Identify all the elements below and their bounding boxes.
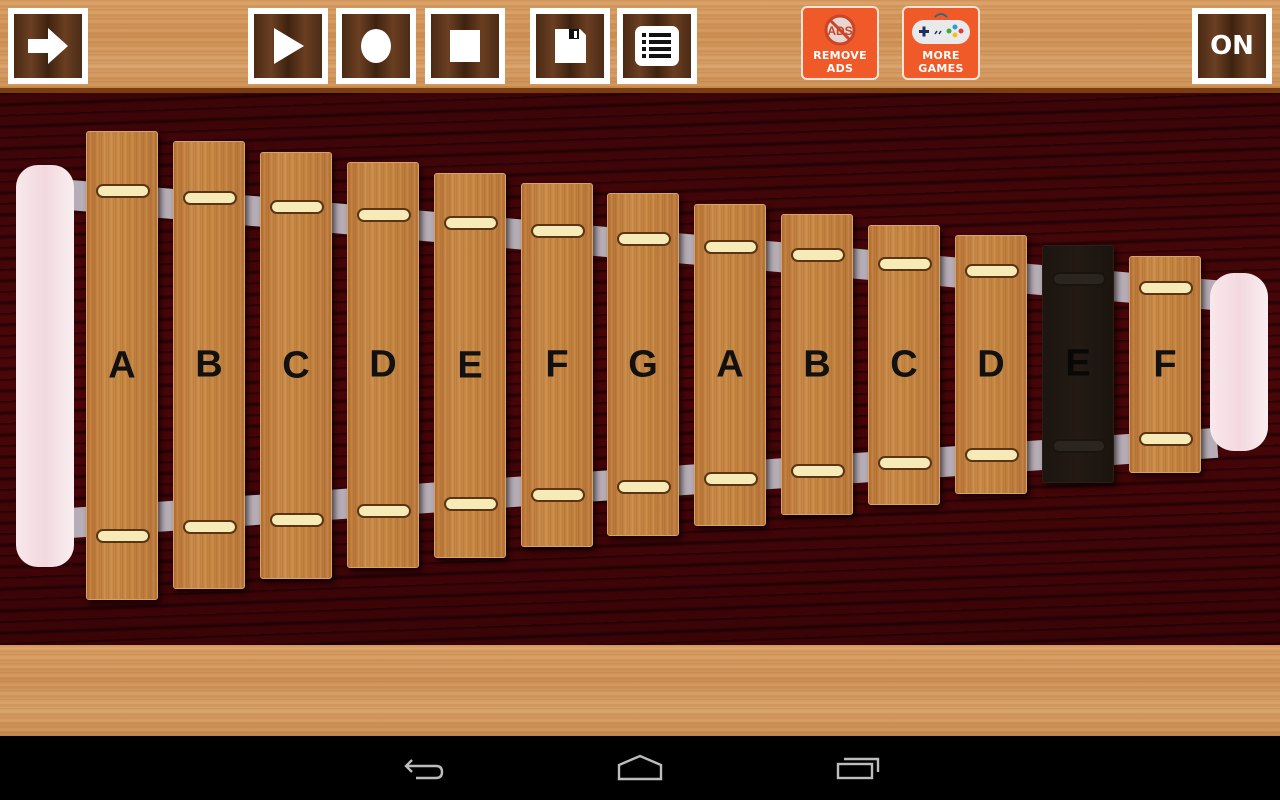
- bar-peg-bottom: [531, 488, 585, 502]
- bar-note-label: E: [457, 344, 483, 386]
- back-button[interactable]: [394, 750, 454, 786]
- play-icon: [274, 28, 304, 64]
- bar-note-label: F: [1153, 343, 1177, 385]
- xylophone-bar-8[interactable]: A: [694, 204, 766, 526]
- bar-peg-bottom: [96, 529, 150, 543]
- bar-peg-bottom: [878, 456, 932, 470]
- bar-peg-top: [183, 191, 237, 205]
- power-toggle[interactable]: ON: [1192, 8, 1272, 84]
- bar-note-label: A: [716, 343, 744, 386]
- bar-peg-bottom: [1052, 439, 1106, 453]
- bar-peg-bottom: [183, 520, 237, 534]
- bar-peg-top: [270, 200, 324, 214]
- bar-note-label: B: [195, 343, 223, 386]
- bar-peg-top: [791, 248, 845, 262]
- list-icon: [635, 26, 679, 66]
- bar-peg-top: [96, 184, 150, 198]
- no-ads-icon: ADS: [824, 14, 856, 46]
- bar-note-label: E: [1065, 342, 1091, 385]
- bar-note-label: C: [890, 343, 918, 386]
- remove-ads-label-line1: REMOVE: [813, 49, 867, 62]
- arrow-right-icon: [28, 28, 68, 64]
- bar-note-label: D: [977, 343, 1005, 385]
- recents-button[interactable]: [828, 750, 888, 786]
- floppy-disk-icon: [555, 29, 586, 63]
- bar-peg-top: [704, 240, 758, 254]
- bar-peg-bottom: [1139, 432, 1193, 446]
- bar-note-label: F: [545, 343, 569, 386]
- bar-peg-top: [531, 224, 585, 238]
- recents-icon: [836, 757, 880, 780]
- xylophone-bar-1[interactable]: A: [86, 131, 158, 600]
- bar-note-label: B: [803, 343, 831, 385]
- xylophone-bar-5[interactable]: E: [434, 173, 506, 558]
- bar-peg-top: [1139, 281, 1193, 295]
- xylophone-bar-11[interactable]: D: [955, 235, 1027, 494]
- back-icon: [404, 759, 444, 780]
- home-button[interactable]: [610, 750, 670, 786]
- remove-ads-button[interactable]: ADS REMOVE ADS: [801, 6, 879, 80]
- bar-peg-bottom: [704, 472, 758, 486]
- bar-peg-top: [1052, 272, 1106, 286]
- play-button[interactable]: [248, 8, 328, 84]
- bar-peg-bottom: [270, 513, 324, 527]
- bar-peg-bottom: [617, 480, 671, 494]
- xylophone-bar-7[interactable]: G: [607, 193, 679, 536]
- stop-button[interactable]: [425, 8, 505, 84]
- bar-peg-top: [878, 257, 932, 271]
- right-rail: [1210, 273, 1268, 451]
- bar-peg-top: [357, 208, 411, 222]
- more-games-label-line2: GAMES: [918, 62, 964, 75]
- xylophone-bar-3[interactable]: C: [260, 152, 332, 579]
- forward-button[interactable]: [8, 8, 88, 84]
- xylophone-bar-9[interactable]: B: [781, 214, 853, 515]
- power-toggle-label: ON: [1210, 31, 1254, 61]
- list-button[interactable]: [617, 8, 697, 84]
- bar-note-label: D: [369, 343, 397, 386]
- bar-peg-bottom: [357, 504, 411, 518]
- record-icon: [361, 29, 391, 63]
- bar-peg-bottom: [965, 448, 1019, 462]
- stop-icon: [450, 30, 480, 62]
- bar-peg-top: [965, 264, 1019, 278]
- remove-ads-label-line2: ADS: [826, 62, 854, 75]
- top-toolbar: ADS REMOVE ADS MORE GAMES ON: [0, 0, 1280, 93]
- more-games-button[interactable]: MORE GAMES: [902, 6, 980, 80]
- xylophone-bar-2[interactable]: B: [173, 141, 245, 589]
- left-rail: [16, 165, 74, 567]
- xylophone-bar-10[interactable]: C: [868, 225, 940, 505]
- xylophone-stage: ABCDEFGABCDEF: [0, 93, 1280, 645]
- xylophone-bar-13[interactable]: F: [1129, 256, 1201, 473]
- xylophone-bar-6[interactable]: F: [521, 183, 593, 547]
- home-icon: [617, 754, 663, 781]
- bar-peg-top: [444, 216, 498, 230]
- bar-peg-top: [617, 232, 671, 246]
- bar-note-label: A: [108, 344, 136, 386]
- more-games-label-line1: MORE: [922, 49, 960, 62]
- xylophone-bar-12[interactable]: E: [1042, 245, 1114, 483]
- system-nav-bar: [0, 736, 1280, 800]
- bottom-wood-panel: [0, 645, 1280, 736]
- record-button[interactable]: [336, 8, 416, 84]
- xylophone-bar-4[interactable]: D: [347, 162, 419, 568]
- bar-peg-bottom: [444, 497, 498, 511]
- gamepad-icon: [912, 13, 970, 44]
- bar-note-label: C: [282, 344, 310, 386]
- bar-note-label: G: [628, 343, 658, 385]
- bar-peg-bottom: [791, 464, 845, 478]
- save-button[interactable]: [530, 8, 610, 84]
